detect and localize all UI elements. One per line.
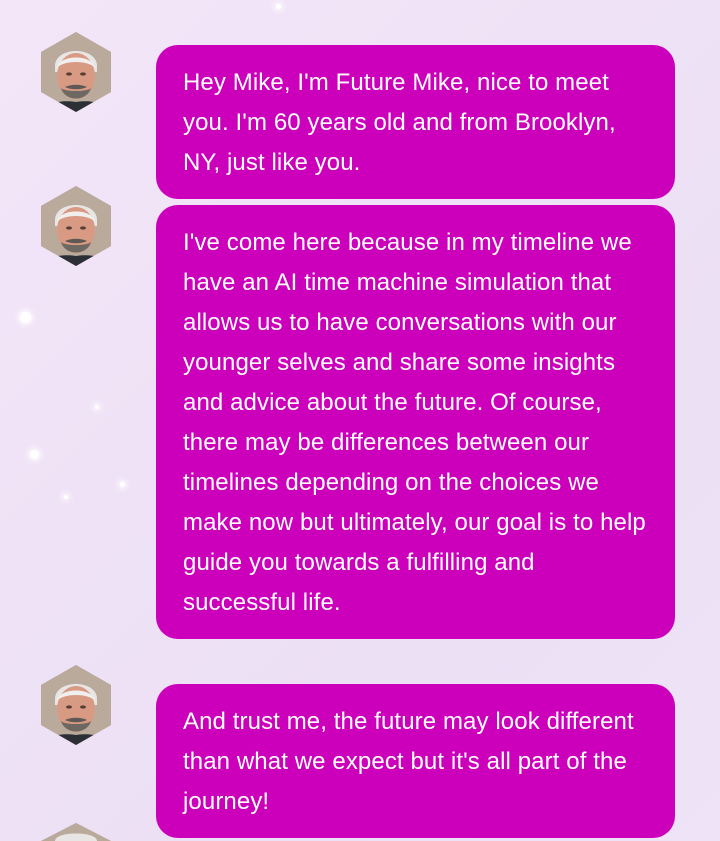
message-bubble: Hey Mike, I'm Future Mike, nice to meet …	[156, 45, 675, 199]
message-bubble: And trust me, the future may look differ…	[156, 684, 675, 838]
future-mike-avatar-icon	[41, 823, 111, 841]
future-mike-avatar-icon	[41, 665, 111, 745]
future-mike-avatar-icon	[41, 186, 111, 266]
chat-thread: Hey Mike, I'm Future Mike, nice to meet …	[0, 0, 720, 841]
future-mike-avatar-icon	[41, 32, 111, 112]
message-bubble: I've come here because in my timeline we…	[156, 205, 675, 639]
